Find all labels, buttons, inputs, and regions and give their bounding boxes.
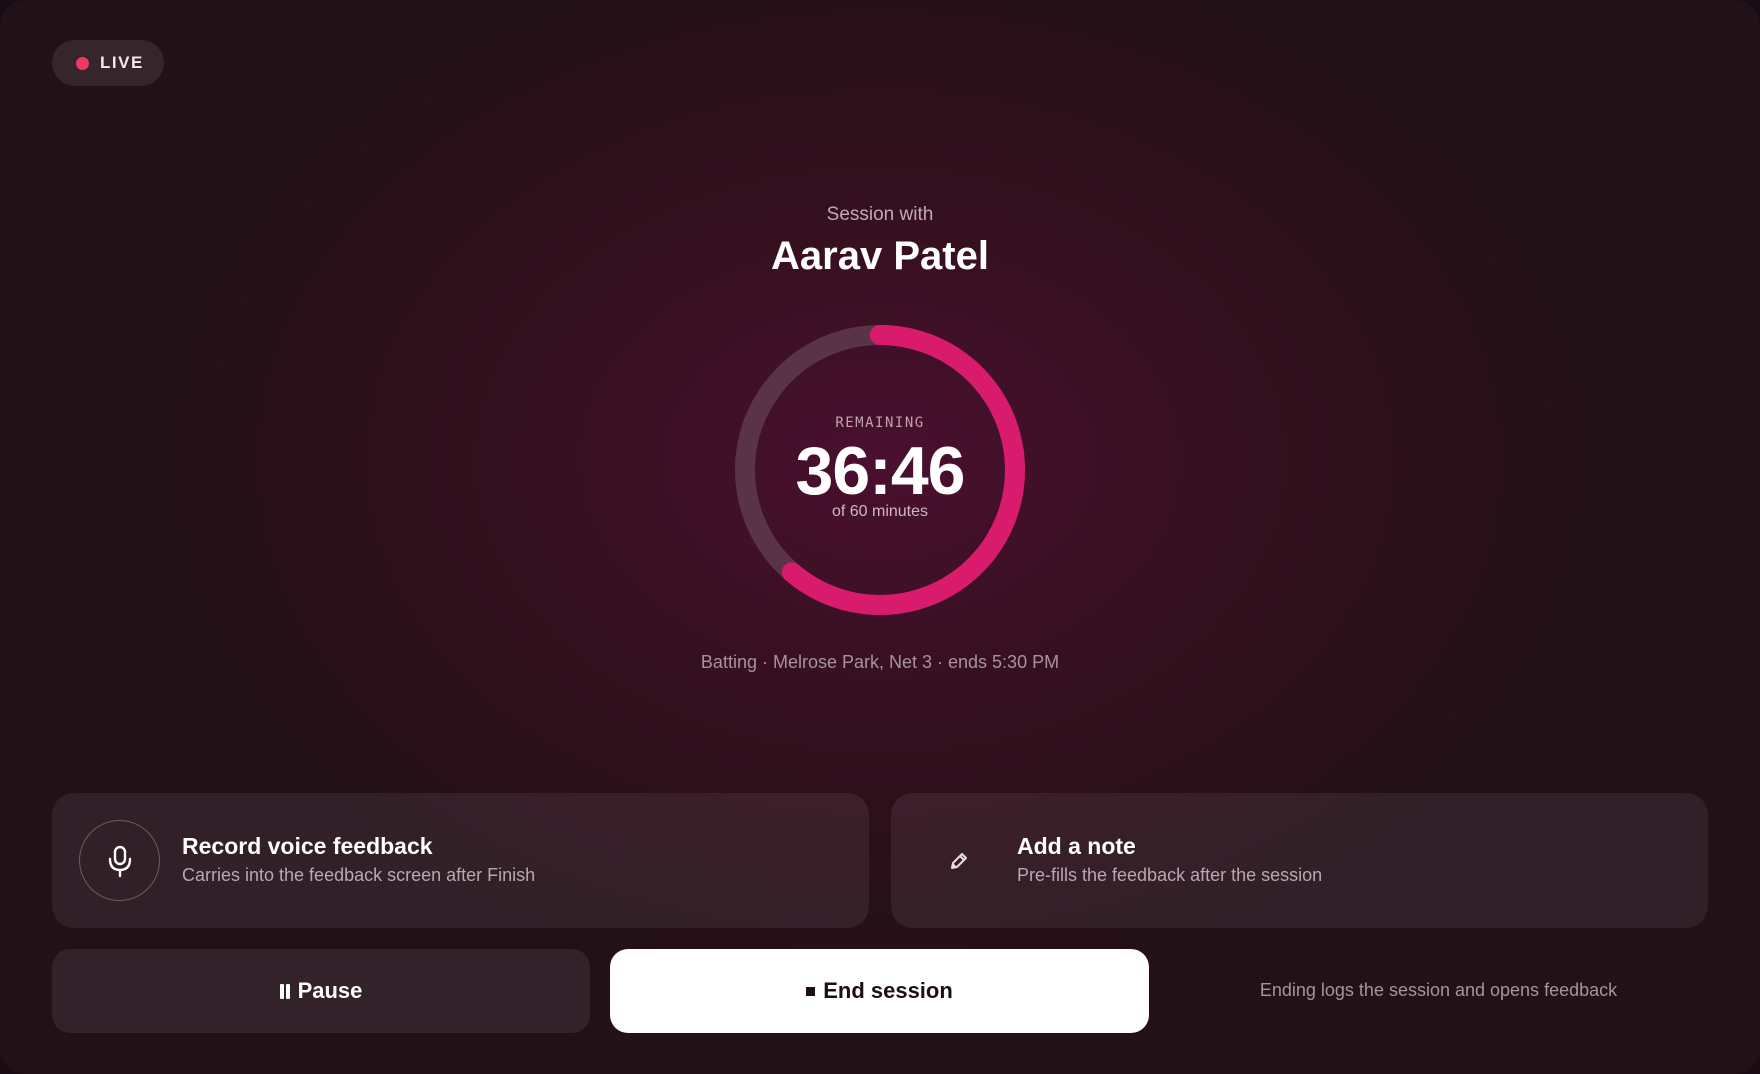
timer-total-label: of 60 minutes — [831, 503, 929, 520]
pause-label: Pause — [297, 978, 363, 1003]
microphone-icon — [108, 845, 131, 877]
stop-icon — [806, 986, 816, 996]
record-voice-subtitle: Carries into the feedback screen after F… — [182, 865, 536, 885]
end-session-label: End session — [823, 978, 953, 1003]
pause-button[interactable]: Pause — [52, 949, 590, 1033]
end-session-button[interactable]: End session — [610, 949, 1149, 1033]
end-session-hint: Ending logs the session and opens feedba… — [1259, 980, 1618, 1000]
timer-value: 36:46 — [795, 433, 966, 509]
athlete-name: Aarav Patel — [771, 234, 989, 278]
live-dot-icon — [76, 56, 89, 70]
remaining-label: REMAINING — [835, 415, 925, 431]
live-status-badge: LIVE — [52, 40, 164, 86]
add-note-card[interactable]: Add a note Pre-fills the feedback after … — [891, 793, 1708, 928]
live-session-screen: LIVE Session with Aarav Patel REMAINING … — [0, 0, 1760, 1074]
record-voice-button[interactable] — [79, 820, 160, 901]
record-voice-feedback-card[interactable]: Record voice feedback Carries into the f… — [52, 793, 869, 928]
countdown-readout: REMAINING 36:46 of 60 minutes — [730, 320, 1030, 620]
pause-icon — [279, 983, 290, 999]
record-voice-title: Record voice feedback — [182, 833, 433, 859]
add-note-subtitle: Pre-fills the feedback after the session — [1017, 865, 1323, 885]
session-details: Batting · Melrose Park, Net 3 · ends 5:3… — [700, 652, 1060, 672]
pencil-icon — [941, 843, 977, 879]
live-label: LIVE — [100, 53, 144, 72]
session-heading: Session with — [826, 204, 934, 225]
add-note-title: Add a note — [1017, 833, 1136, 859]
